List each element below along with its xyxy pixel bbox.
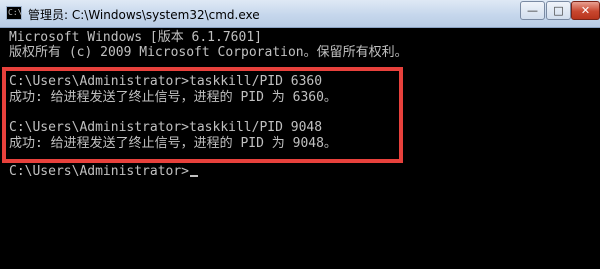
window-title: 管理员: C:\Windows\system32\cmd.exe bbox=[28, 8, 260, 22]
close-icon: ✕ bbox=[580, 4, 591, 17]
console-output[interactable]: Microsoft Windows [版本 6.1.7601] 版权所有 (c)… bbox=[0, 28, 600, 269]
console-icon: C:\ bbox=[6, 6, 22, 20]
minimize-icon: — bbox=[527, 4, 538, 17]
console-line-copyright: 版权所有 (c) 2009 Microsoft Corporation。保留所有… bbox=[9, 45, 408, 60]
cmd-window: C:\ 管理员: C:\Windows\system32\cmd.exe — □… bbox=[0, 0, 600, 269]
close-button[interactable]: ✕ bbox=[571, 1, 600, 20]
console-prompt: C:\Users\Administrator> bbox=[9, 164, 190, 179]
console-icon-glyph: C:\ bbox=[8, 8, 23, 17]
maximize-button[interactable]: □ bbox=[546, 1, 571, 20]
title-bar[interactable]: C:\ 管理员: C:\Windows\system32\cmd.exe — □… bbox=[0, 0, 600, 28]
console-prompt-line[interactable]: C:\Users\Administrator> bbox=[9, 164, 199, 180]
console-line-version: Microsoft Windows [版本 6.1.7601] bbox=[9, 30, 262, 45]
maximize-icon: □ bbox=[553, 4, 564, 17]
minimize-button[interactable]: — bbox=[520, 1, 545, 20]
text-cursor bbox=[190, 175, 199, 177]
highlight-annotation-box bbox=[2, 67, 403, 163]
